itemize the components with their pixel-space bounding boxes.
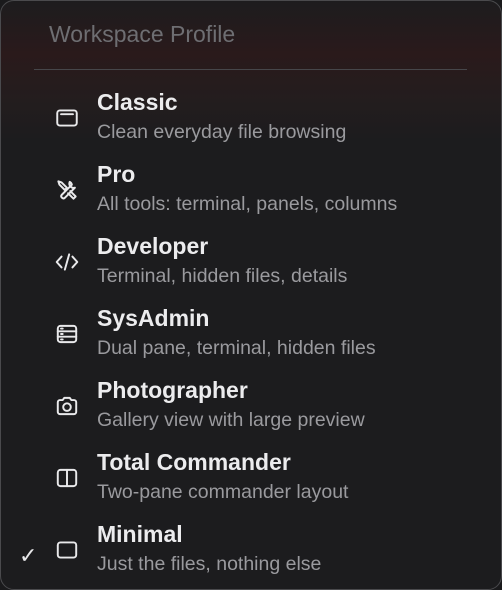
menu-item-description: Dual pane, terminal, hidden files xyxy=(97,337,376,359)
checkmark-icon: ✓ xyxy=(19,543,38,568)
menu-item-photographer[interactable]: Photographer Gallery view with large pre… xyxy=(1,377,501,451)
menu-item-description: Terminal, hidden files, details xyxy=(97,265,348,287)
menu-divider xyxy=(34,69,467,70)
menu-item-title: Developer xyxy=(97,233,209,259)
menu-item-description: All tools: terminal, panels, columns xyxy=(97,193,398,215)
menu-header: Workspace Profile xyxy=(49,21,236,47)
square-icon xyxy=(54,537,80,563)
code-icon xyxy=(54,249,80,275)
camera-icon xyxy=(54,393,80,419)
menu-item-total-commander[interactable]: Total Commander Two-pane commander layou… xyxy=(1,449,501,523)
server-icon xyxy=(54,321,80,347)
menu-item-title: Total Commander xyxy=(97,449,291,475)
menu-item-developer[interactable]: Developer Terminal, hidden files, detail… xyxy=(1,233,501,307)
menu-item-description: Clean everyday file browsing xyxy=(97,121,347,143)
menu-item-description: Gallery view with large preview xyxy=(97,409,365,431)
tools-icon xyxy=(54,177,80,203)
menu-item-sysadmin[interactable]: SysAdmin Dual pane, terminal, hidden fil… xyxy=(1,305,501,379)
workspace-profile-menu: Workspace Profile Classic Clean everyday… xyxy=(0,0,502,590)
menu-item-title: Minimal xyxy=(97,521,183,547)
menu-item-title: Classic xyxy=(97,89,178,115)
split-pane-icon xyxy=(54,465,80,491)
menu-item-title: SysAdmin xyxy=(97,305,210,331)
menu-item-title: Photographer xyxy=(97,377,248,403)
menu-item-description: Two-pane commander layout xyxy=(97,481,349,503)
menu-item-title: Pro xyxy=(97,161,136,187)
menu-item-minimal[interactable]: ✓ Minimal Just the files, nothing else xyxy=(1,521,501,589)
window-icon xyxy=(54,105,80,131)
menu-item-pro[interactable]: Pro All tools: terminal, panels, columns xyxy=(1,161,501,235)
menu-item-description: Just the files, nothing else xyxy=(97,553,322,575)
menu-item-classic[interactable]: Classic Clean everyday file browsing xyxy=(1,89,501,163)
